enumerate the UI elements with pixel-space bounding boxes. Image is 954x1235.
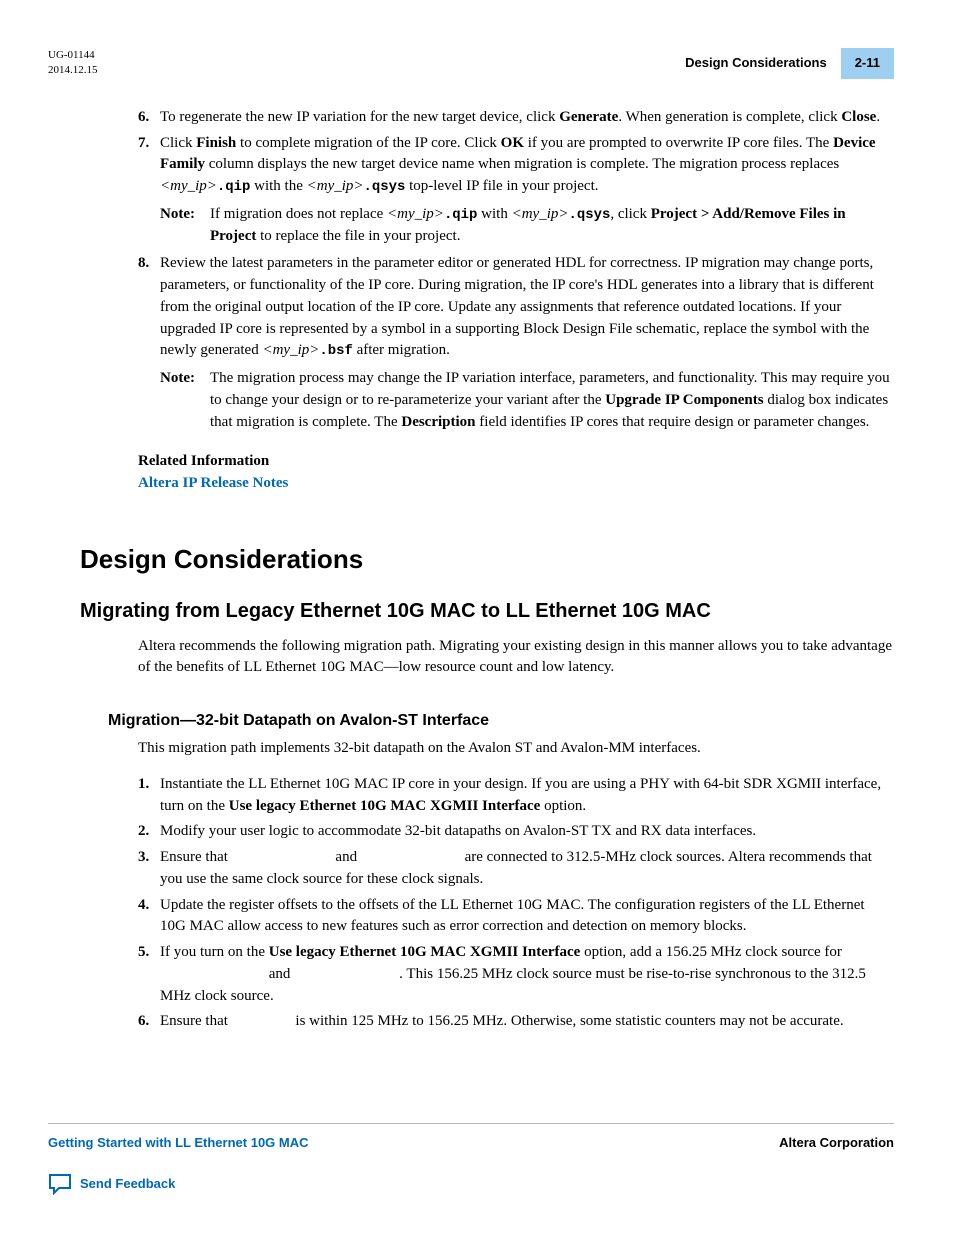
step-number: 6. xyxy=(138,1011,160,1033)
main-content: 6. To regenerate the new IP variation fo… xyxy=(48,107,894,1033)
step-number: 1. xyxy=(138,774,160,818)
migration-step-1: 1. Instantiate the LL Ethernet 10G MAC I… xyxy=(138,774,894,818)
step-7-note: Note: If migration does not replace <my_… xyxy=(138,204,894,248)
doc-date: 2014.12.15 xyxy=(48,63,98,78)
migration-step-5: 5. If you turn on the Use legacy Etherne… xyxy=(138,942,894,1007)
step-number: 5. xyxy=(138,942,160,1007)
step-body: Review the latest parameters in the para… xyxy=(160,253,894,362)
heading-migrating-legacy: Migrating from Legacy Ethernet 10G MAC t… xyxy=(80,597,894,626)
note-body: If migration does not replace <my_ip>.qi… xyxy=(210,204,894,248)
send-feedback-label: Send Feedback xyxy=(80,1175,175,1194)
step-body: To regenerate the new IP variation for t… xyxy=(160,107,894,129)
page-number-badge: 2-11 xyxy=(841,48,894,79)
send-feedback-link[interactable]: Send Feedback xyxy=(48,1173,894,1195)
migration-step-2: 2. Modify your user logic to accommodate… xyxy=(138,821,894,843)
migration-step-3: 3. Ensure that and are connected to 312.… xyxy=(138,847,894,891)
step-number: 2. xyxy=(138,821,160,843)
footer-line: Getting Started with LL Ethernet 10G MAC… xyxy=(48,1123,894,1153)
footer-chapter-link[interactable]: Getting Started with LL Ethernet 10G MAC xyxy=(48,1134,309,1153)
step-number: 4. xyxy=(138,895,160,939)
step-body: Ensure that and are connected to 312.5-M… xyxy=(160,847,894,891)
altera-ip-release-notes-link[interactable]: Altera IP Release Notes xyxy=(138,473,894,495)
heading-migration-32bit: Migration—32-bit Datapath on Avalon-ST I… xyxy=(108,709,894,732)
step-8: 8. Review the latest parameters in the p… xyxy=(138,253,894,362)
migration-intro-paragraph: Altera recommends the following migratio… xyxy=(138,636,894,680)
step-8-note: Note: The migration process may change t… xyxy=(138,368,894,433)
migration-32bit-intro: This migration path implements 32-bit da… xyxy=(138,738,894,760)
step-body: If you turn on the Use legacy Ethernet 1… xyxy=(160,942,894,1007)
heading-design-considerations: Design Considerations xyxy=(80,541,894,579)
step-number: 6. xyxy=(138,107,160,129)
step-number: 8. xyxy=(138,253,160,362)
doc-id: UG-01144 xyxy=(48,48,98,63)
page-header: UG-01144 2014.12.15 Design Consideration… xyxy=(48,48,894,79)
header-doc-meta: UG-01144 2014.12.15 xyxy=(48,48,98,79)
header-right: Design Considerations 2-11 xyxy=(685,48,894,79)
migration-step-6: 6. Ensure that is within 125 MHz to 156.… xyxy=(138,1011,894,1033)
step-number: 7. xyxy=(138,133,160,198)
step-body: Modify your user logic to accommodate 32… xyxy=(160,821,894,843)
feedback-icon xyxy=(48,1173,72,1195)
section-title: Design Considerations xyxy=(685,54,827,73)
step-body: Click Finish to complete migration of th… xyxy=(160,133,894,198)
related-info-heading: Related Information xyxy=(138,451,894,473)
step-6: 6. To regenerate the new IP variation fo… xyxy=(138,107,894,129)
migration-step-4: 4. Update the register offsets to the of… xyxy=(138,895,894,939)
note-label: Note: xyxy=(160,368,210,433)
step-body: Ensure that is within 125 MHz to 156.25 … xyxy=(160,1011,894,1033)
note-label: Note: xyxy=(160,204,210,248)
note-body: The migration process may change the IP … xyxy=(210,368,894,433)
step-number: 3. xyxy=(138,847,160,891)
footer-company: Altera Corporation xyxy=(779,1134,894,1153)
step-7: 7. Click Finish to complete migration of… xyxy=(138,133,894,198)
step-body: Update the register offsets to the offse… xyxy=(160,895,894,939)
step-body: Instantiate the LL Ethernet 10G MAC IP c… xyxy=(160,774,894,818)
page-footer: Getting Started with LL Ethernet 10G MAC… xyxy=(48,1123,894,1195)
